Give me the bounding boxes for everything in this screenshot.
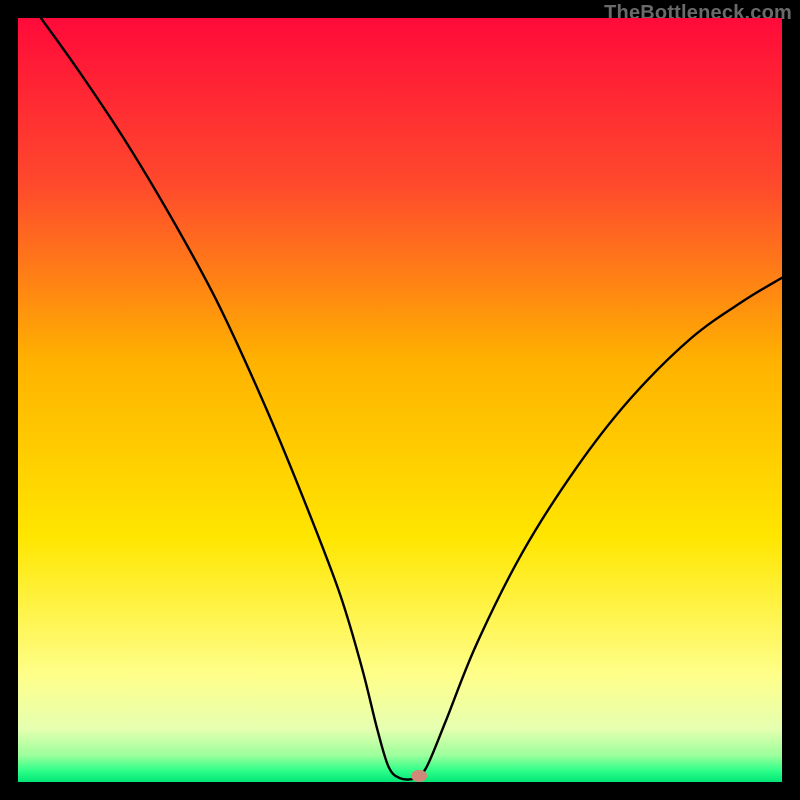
plot-area: [18, 18, 782, 782]
chart-svg: [18, 18, 782, 782]
optimal-marker: [411, 770, 427, 782]
chart-frame: TheBottleneck.com: [0, 0, 800, 800]
gradient-background: [18, 18, 782, 782]
